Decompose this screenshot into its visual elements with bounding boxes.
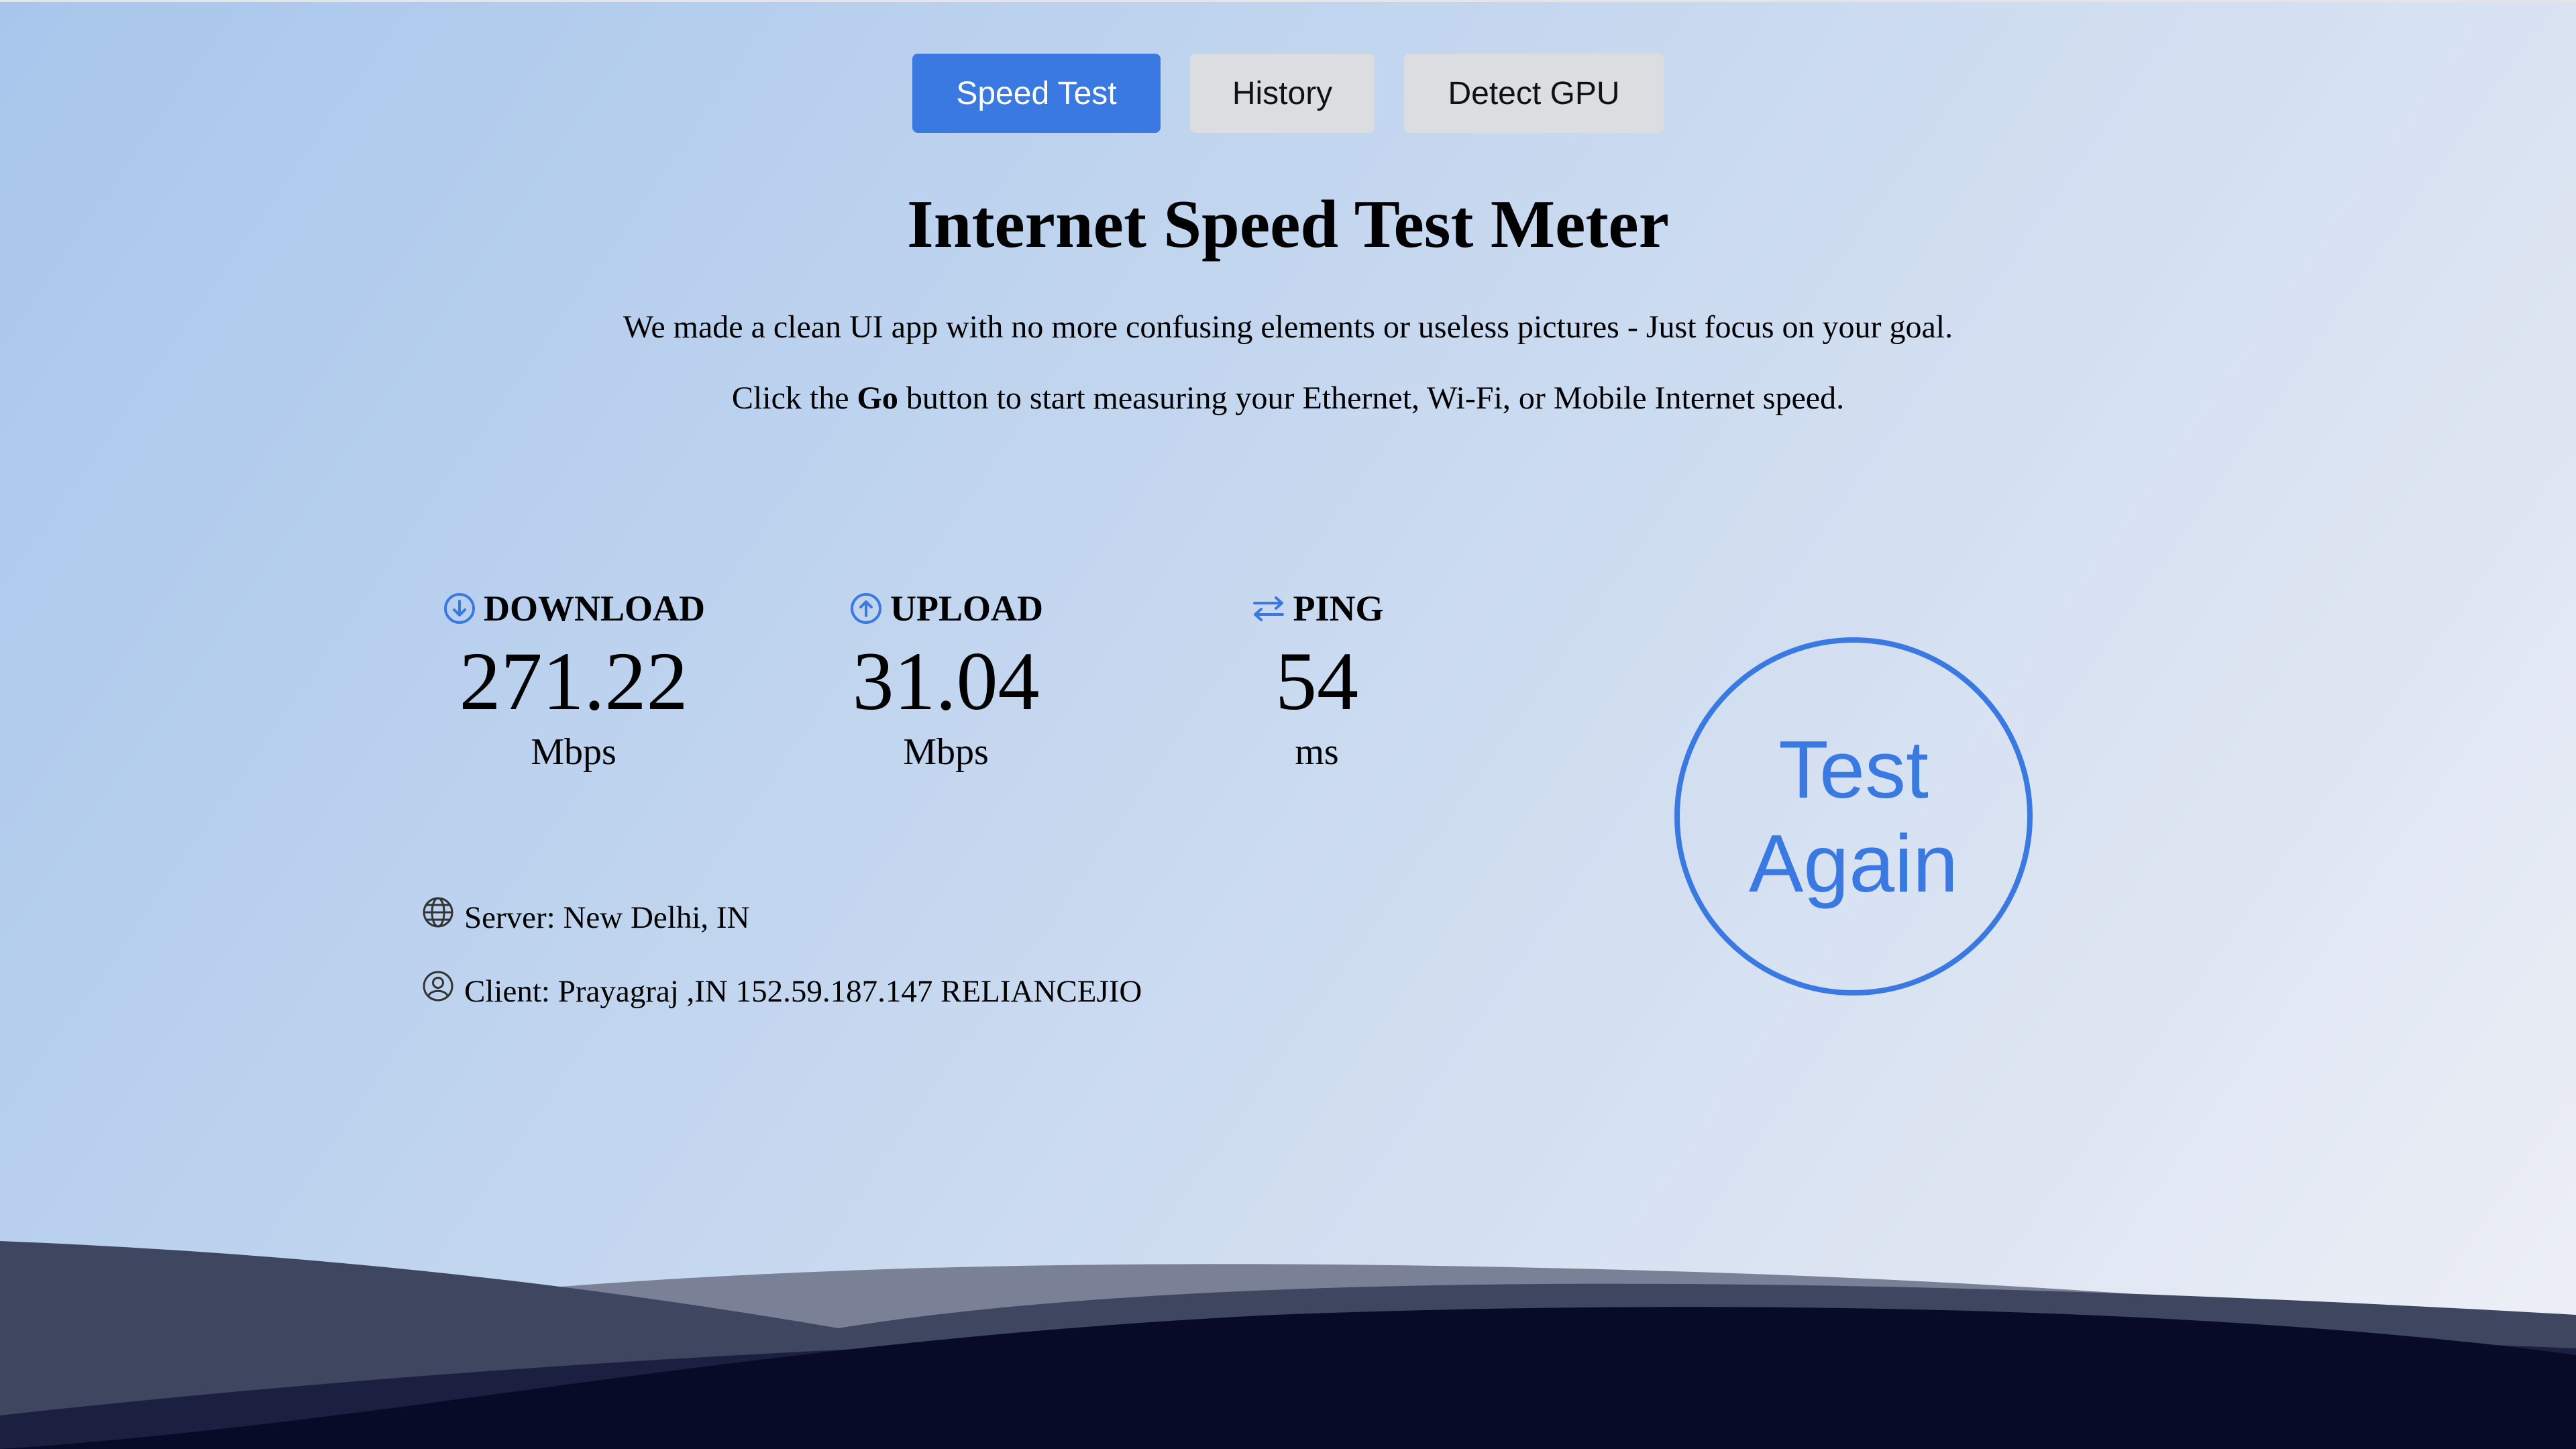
globe-icon	[421, 896, 455, 939]
description-prefix: Click the	[731, 380, 857, 416]
ping-unit: ms	[1295, 731, 1339, 773]
description-suffix: button to start measuring your Ethernet,…	[898, 380, 1845, 416]
download-value: 271.22	[459, 635, 688, 727]
test-again-line-2: Again	[1748, 818, 1959, 909]
ping-label: PING	[1293, 588, 1384, 629]
download-label: DOWNLOAD	[483, 588, 705, 629]
client-text: Client: Prayagraj ,IN 152.59.187.147 REL…	[464, 973, 1142, 1009]
test-again-label: Test Again	[1749, 722, 1958, 910]
page-title: Internet Speed Test Meter	[907, 186, 1669, 262]
test-again-button[interactable]: Test Again	[1674, 637, 2033, 996]
upload-value: 31.04	[852, 635, 1040, 727]
go-keyword: Go	[857, 380, 898, 416]
upload-metric: UPLOAD 31.04 Mbps	[778, 585, 1114, 775]
upload-header: UPLOAD	[778, 585, 1114, 632]
description-line-1: We made a clean UI app with no more conf…	[623, 309, 1953, 345]
upload-circle-icon	[849, 591, 883, 626]
ping-value: 54	[1275, 635, 1358, 727]
client-info: Client: Prayagraj ,IN 152.59.187.147 REL…	[421, 969, 1142, 1013]
user-circle-icon	[421, 969, 455, 1013]
download-metric: DOWNLOAD 271.22 Mbps	[406, 585, 741, 775]
download-unit: Mbps	[531, 731, 616, 773]
upload-label: UPLOAD	[890, 588, 1043, 629]
tab-history[interactable]: History	[1190, 54, 1375, 133]
description-line-2: Click the Go button to start measuring y…	[0, 378, 2576, 419]
top-border	[0, 0, 2576, 2]
swap-arrows-icon	[1250, 592, 1287, 625]
ping-header: PING	[1149, 585, 1485, 632]
upload-unit: Mbps	[903, 731, 989, 773]
server-info: Server: New Delhi, IN	[421, 896, 749, 939]
test-again-line-1: Test	[1778, 724, 1929, 815]
tab-bar: Speed Test History Detect GPU	[0, 54, 2576, 133]
tab-speed-test[interactable]: Speed Test	[912, 54, 1161, 133]
download-header: DOWNLOAD	[406, 585, 741, 632]
footer-waves	[0, 1241, 2576, 1449]
download-circle-icon	[442, 591, 477, 626]
server-text: Server: New Delhi, IN	[464, 900, 750, 935]
ping-metric: PING 54 ms	[1149, 585, 1485, 775]
tab-detect-gpu[interactable]: Detect GPU	[1404, 54, 1664, 133]
